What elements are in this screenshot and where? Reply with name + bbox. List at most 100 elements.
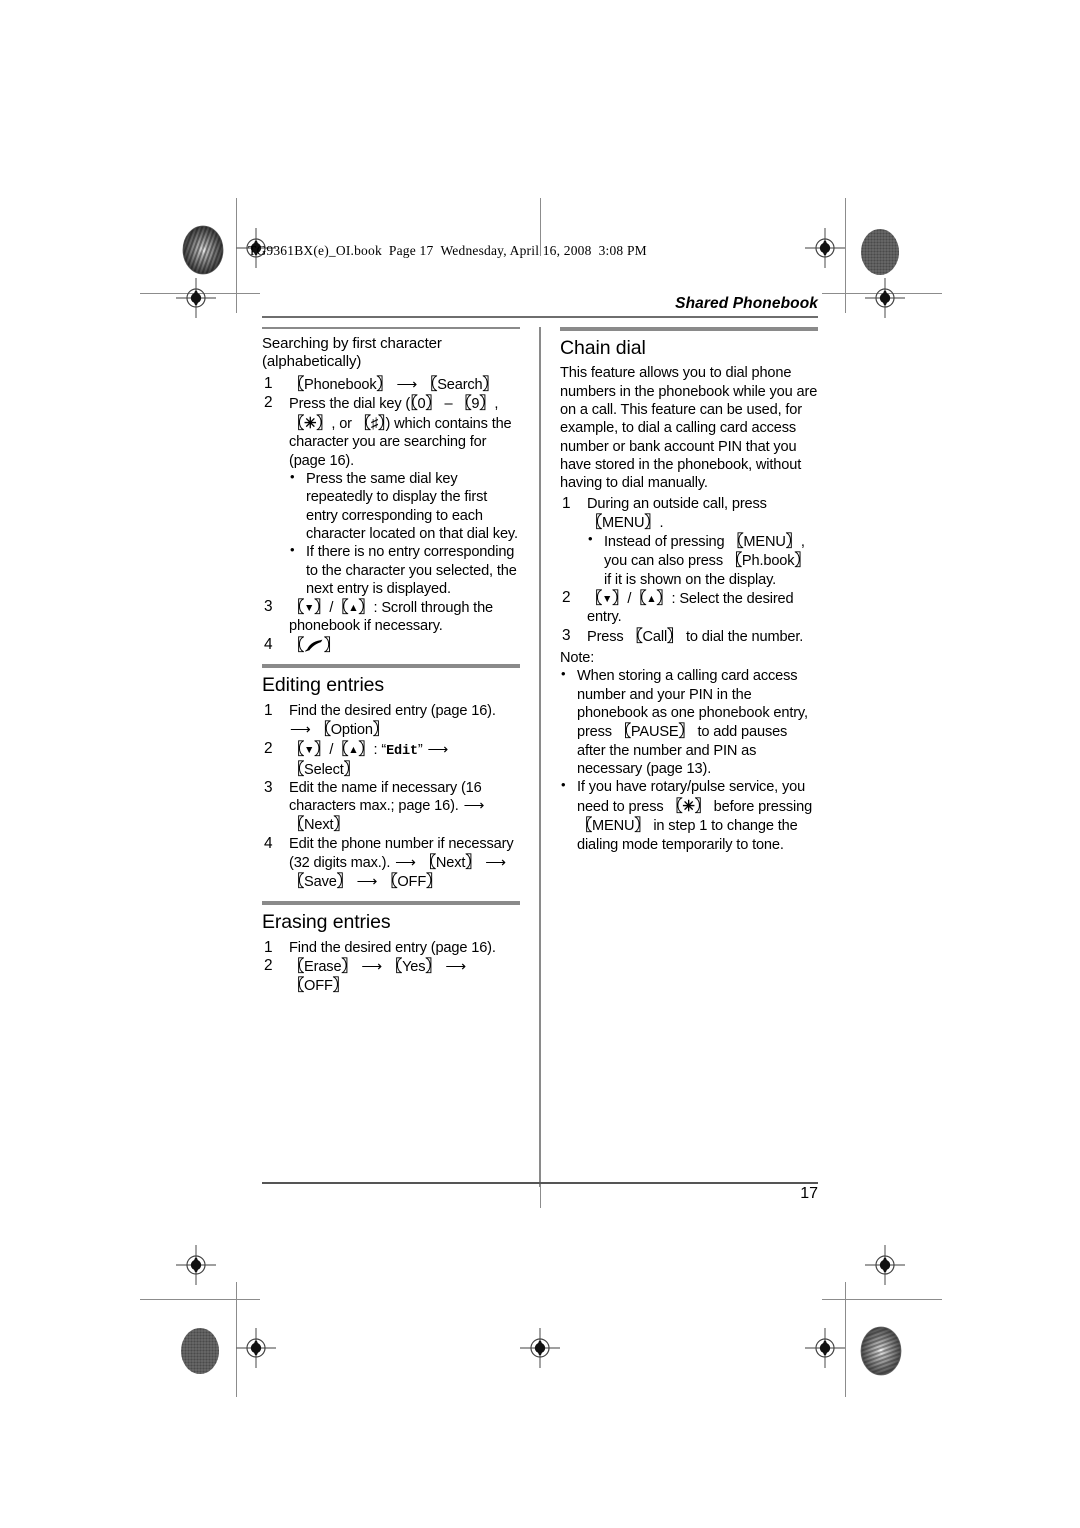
cut-line-top-left-v (236, 198, 237, 313)
slug-filename: TG9361BX(e)_OI.book (248, 243, 382, 258)
note-item: When storing a calling card access numbe… (560, 666, 818, 778)
note-list: When storing a calling card access numbe… (560, 666, 818, 854)
cut-line-bottom-right-h (822, 1299, 942, 1300)
handset-icon (304, 639, 324, 652)
softkey-menu: 〖MENU〗 (728, 533, 801, 551)
note-item: If you have rotary/pulse service, you ne… (560, 777, 818, 854)
arrow-icon: ⟶ (427, 741, 449, 758)
softkey-next: 〖Next〗 (289, 816, 349, 834)
section-rule (262, 900, 520, 905)
step-item: 4 Edit the phone number if necessary (32… (262, 835, 520, 892)
softkey-pause: 〖PAUSE〗 (615, 723, 694, 741)
column-divider (539, 326, 541, 1187)
step-number: 1 (264, 938, 273, 956)
erasing-steps: 1 Find the desired entry (page 16). 2 〖E… (262, 939, 520, 996)
step-item: 2 〖Erase〗 ⟶ 〖Yes〗 ⟶ 〖OFF〗 (262, 957, 520, 996)
step-number: 3 (264, 778, 273, 796)
column-gutter (520, 326, 560, 1187)
softkey-option: 〖Option〗 (315, 721, 388, 739)
registration-mark (865, 278, 905, 318)
right-column: Chain dial This feature allows you to di… (560, 326, 818, 996)
registration-mark (176, 278, 216, 318)
page-number: 17 (800, 1185, 818, 1202)
step-item: 1 Find the desired entry (page 16). (262, 939, 520, 957)
slug-time: 3:08 PM (598, 243, 647, 258)
step-text: Edit the name if necessary (16 character… (289, 779, 482, 815)
dialkey-hash: 〖♯〗 (355, 414, 386, 432)
running-head: Shared Phonebook (675, 295, 818, 312)
arrow-icon: ⟶ (356, 874, 378, 891)
starburst-density-mark (859, 1325, 903, 1377)
cut-line-top-left-h (140, 293, 260, 294)
header-rule (262, 315, 818, 318)
print-slug: TG9361BX(e)_OI.book Page 17 Wednesday, Apr… (248, 243, 654, 259)
dialkey-star: 〖✳〗 (667, 797, 710, 815)
step-item: 3 〖▼〗/〖▲〗: Scroll through the phonebook … (264, 598, 494, 635)
navkey-up: 〖▲〗 (333, 599, 374, 617)
step-item: 1 Find the desired entry (page 16). ⟶ 〖O… (262, 702, 520, 740)
softkey-call: 〖Call〗 (627, 627, 683, 645)
bullet-item: If there is no entry corresponding to th… (289, 542, 520, 598)
step-number: 4 (264, 834, 273, 852)
registration-mark (176, 1245, 216, 1285)
softkey-search: 〖Search〗 (422, 376, 498, 393)
halftone-density-mark (858, 226, 902, 278)
slug-page: Page 17 (388, 243, 434, 258)
registration-mark (520, 1328, 560, 1368)
two-column-body: Searching by first character (alphabetic… (262, 326, 818, 1187)
step-number: 3 (562, 626, 571, 644)
searching-steps: 1 〖Phonebook〗 ⟶ 〖Search〗 2 Press the dia… (262, 375, 520, 655)
step-item: 1 〖Phonebook〗 ⟶ 〖Search〗 (262, 375, 520, 394)
cut-line-bottom-left-h (140, 1299, 260, 1300)
softkey-off: 〖OFF〗 (382, 873, 442, 891)
arrow-icon: ⟶ (485, 855, 507, 872)
arrow-icon: ⟶ (463, 798, 485, 815)
dialkey-9: 〖9〗 (456, 395, 495, 413)
step-number: 4 (264, 635, 273, 653)
navkey-down: 〖▼〗 (289, 599, 330, 617)
arrow-icon: ⟶ (395, 855, 416, 872)
step-item: 3 Edit the name if necessary (16 charact… (262, 779, 520, 835)
section-rule (560, 326, 818, 331)
dialkey-0: 〖0〗 (410, 395, 441, 413)
step-text: During an outside call, press 〖MENU〗. (587, 495, 767, 531)
heading-searching-by-first-character: Searching by first character (alphabetic… (262, 334, 442, 371)
step-2-bullets: Press the same dial key repeatedly to di… (289, 469, 520, 598)
chain-dial-steps: 1 During an outside call, press 〖MENU〗. … (560, 495, 818, 647)
step-item: 3 Press 〖Call〗 to dial the number. (560, 627, 818, 646)
bullet-item: Instead of pressing 〖MENU〗, you can also… (587, 531, 818, 589)
heading-erasing-entries: Erasing entries (262, 910, 391, 933)
bullet-item: Press the same dial key repeatedly to di… (289, 469, 520, 543)
step-item: 2 〖▼〗/〖▲〗: Select the desired entry. (562, 589, 794, 626)
softkey-save: 〖Save〗 (289, 873, 352, 891)
step-text: Find the desired entry (page 16). (289, 939, 496, 956)
page-content: Shared Phonebook Searching by first char… (262, 295, 818, 1187)
step-text: : “Edit” (373, 741, 423, 759)
left-column: Searching by first character (alphabetic… (262, 326, 520, 996)
note-label: Note: (560, 650, 595, 667)
step-text: Press 〖Call〗 to dial the number. (587, 627, 804, 645)
registration-mark (865, 1245, 905, 1285)
heading-chain-dial: Chain dial (560, 336, 646, 359)
cut-line-bottom-right-v (845, 1282, 846, 1397)
starburst-density-mark (181, 224, 225, 276)
halftone-density-mark (178, 1325, 222, 1377)
step-item: 2 Press the dial key (〖0〗 – 〖9〗, 〖✳〗, or… (262, 394, 520, 598)
arrow-icon: ⟶ (361, 958, 383, 975)
step-text: Press the dial key (〖0〗 – 〖9〗, 〖✳〗, or 〖… (289, 395, 512, 469)
step-item: 4 〖〗 (262, 636, 520, 655)
navkey-up: 〖▲〗 (631, 590, 672, 608)
display-string-edit: Edit (386, 743, 418, 759)
softkey-menu: 〖MENU〗 (577, 817, 650, 835)
section-rule (262, 664, 520, 669)
heading-editing-entries: Editing entries (262, 674, 385, 697)
slug-date: Wednesday, April 16, 2008 (440, 243, 592, 258)
navkey-down: 〖▼〗 (289, 740, 330, 758)
softkey-off: 〖OFF〗 (289, 977, 348, 995)
arrow-icon: ⟶ (445, 958, 467, 975)
cut-line-bottom-left-v (236, 1282, 237, 1397)
softkey-phonebook: 〖Phonebook〗 (289, 376, 392, 393)
softkey-menu: 〖MENU〗 (587, 513, 660, 531)
step-1-bullets: Instead of pressing 〖MENU〗, you can also… (587, 531, 818, 589)
navkey-up: 〖▲〗 (333, 740, 374, 758)
